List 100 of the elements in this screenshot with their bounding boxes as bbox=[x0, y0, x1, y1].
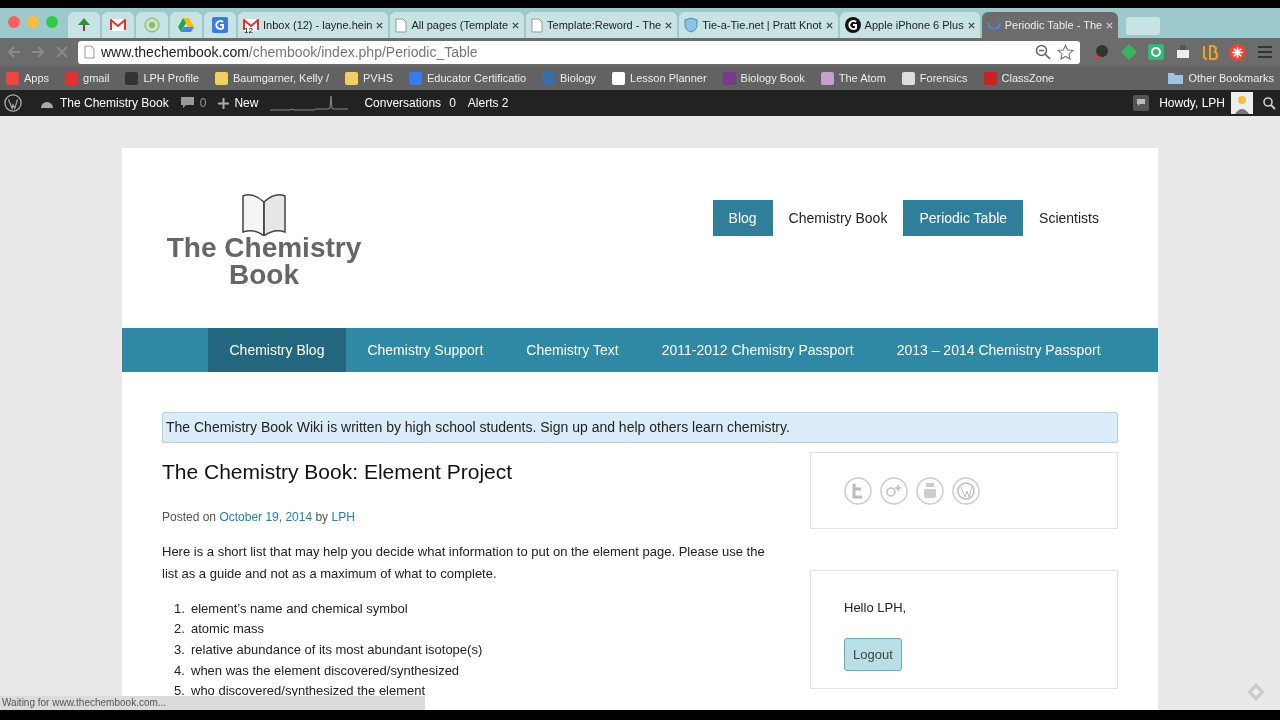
bookmark-item[interactable]: Biology Book bbox=[722, 69, 805, 87]
bookmark-item[interactable]: Educator Certificatio bbox=[409, 69, 527, 87]
nav-link[interactable]: Chemistry Blog bbox=[208, 328, 346, 372]
browser-tab[interactable] bbox=[102, 12, 134, 38]
extension-icon[interactable] bbox=[1229, 43, 1246, 61]
menu-link[interactable]: Scientists bbox=[1023, 200, 1115, 236]
back-icon[interactable] bbox=[6, 44, 22, 60]
mail-icon bbox=[243, 19, 259, 31]
menu-icon[interactable] bbox=[1257, 45, 1273, 59]
close-icon[interactable] bbox=[376, 21, 384, 29]
bookmark-item[interactable]: PVHS bbox=[345, 69, 393, 87]
bookmark-item[interactable]: Biology bbox=[542, 69, 597, 87]
alerts-link[interactable]: Alerts 2 bbox=[467, 94, 509, 112]
list-number: 1. bbox=[174, 599, 186, 618]
page-icon bbox=[531, 17, 544, 33]
browser-tab[interactable] bbox=[204, 12, 236, 38]
close-icon[interactable] bbox=[512, 21, 520, 29]
new-link[interactable]: New bbox=[218, 94, 259, 112]
browser-tab[interactable]: Template:Reword - The bbox=[526, 12, 678, 38]
comment-icon bbox=[180, 97, 194, 109]
bookmark-item[interactable]: The Atom bbox=[820, 69, 886, 87]
logo-text: The Chemistry bbox=[166, 234, 362, 261]
list-item-text: when was the element discovered/synthesized bbox=[191, 661, 460, 680]
list-number: 4. bbox=[174, 661, 186, 680]
conversations-link[interactable]: Conversations 0 bbox=[364, 94, 456, 112]
g-letter-icon bbox=[212, 17, 228, 33]
folder-icon bbox=[1168, 72, 1184, 84]
logout-button[interactable]: Logout bbox=[844, 637, 902, 671]
account-menu[interactable]: Howdy, LPH bbox=[1159, 92, 1253, 114]
list-item-text: relative abundance of its most abundant isotope(s) bbox=[191, 640, 483, 659]
chat-icon[interactable] bbox=[1133, 95, 1150, 111]
wordpress-icon[interactable] bbox=[4, 94, 22, 112]
list-number: 3. bbox=[174, 640, 186, 659]
tab-title: All pages (Template bbox=[411, 17, 509, 33]
close-icon[interactable] bbox=[967, 21, 975, 29]
stop-icon[interactable] bbox=[54, 44, 70, 60]
post-meta: Posted on October 19, 2014 by LPH bbox=[162, 508, 356, 526]
logo-text: Book bbox=[229, 261, 299, 288]
bookmark-icon bbox=[6, 71, 19, 85]
close-icon[interactable] bbox=[665, 21, 673, 29]
browser-tab[interactable]: 12 Inbox (12) - layne.hein bbox=[238, 12, 389, 38]
menu-link[interactable]: Periodic Table bbox=[903, 200, 1024, 236]
extension-icon[interactable] bbox=[1175, 44, 1191, 60]
bookmark-item[interactable]: Apps bbox=[6, 69, 50, 87]
browser-tab[interactable] bbox=[68, 12, 100, 38]
browser-tab[interactable]: All pages (Template bbox=[390, 12, 525, 38]
bookmark-icon bbox=[820, 71, 834, 85]
bookmark-item[interactable]: LPH Profile bbox=[125, 69, 199, 87]
extension-icon[interactable] bbox=[1094, 44, 1110, 60]
site-name-link[interactable]: The Chemistry Book bbox=[40, 94, 169, 112]
list-number: 2. bbox=[174, 620, 186, 639]
star-icon[interactable] bbox=[1057, 43, 1074, 61]
close-window-button[interactable] bbox=[8, 16, 20, 28]
bookmark-icon bbox=[612, 71, 626, 85]
other-bookmarks[interactable]: Other Bookmarks bbox=[1168, 69, 1274, 87]
bookmark-item[interactable]: Lesson Planner bbox=[612, 69, 707, 87]
search-icon[interactable] bbox=[1263, 96, 1276, 110]
bookmark-item[interactable]: gmail bbox=[65, 69, 110, 87]
mail-icon bbox=[110, 19, 126, 31]
twitter-icon[interactable] bbox=[844, 476, 872, 505]
nav-link[interactable]: Chemistry Text bbox=[504, 328, 641, 372]
tab-title: Inbox (12) - layne.hein bbox=[263, 17, 373, 33]
tab-title: Tie-a-Tie.net | Pratt Knot bbox=[702, 17, 822, 33]
author-link[interactable]: LPH bbox=[331, 509, 355, 524]
bookmark-icon bbox=[65, 71, 79, 85]
date-link[interactable]: October 19, 2014 bbox=[219, 509, 313, 524]
nav-link[interactable]: 2013 – 2014 Chemistry Passport bbox=[875, 328, 1123, 372]
bookmark-item[interactable]: ClassZone bbox=[983, 69, 1055, 87]
forward-icon[interactable] bbox=[30, 44, 46, 60]
post-title: The Chemistry Book: Element Project bbox=[162, 459, 514, 485]
bookmark-item[interactable]: Forensics bbox=[901, 69, 968, 87]
zoom-out-icon[interactable] bbox=[1035, 44, 1051, 60]
browser-tab[interactable]: Apple iPhone 6 Plus bbox=[839, 12, 980, 38]
bookmark-icon bbox=[409, 71, 422, 85]
bookmark-icon bbox=[125, 71, 139, 85]
browser-tab[interactable]: Tie-a-Tie.net | Pratt Knot bbox=[679, 12, 838, 38]
shield-icon bbox=[684, 17, 699, 33]
menu-link[interactable]: Blog bbox=[712, 200, 773, 236]
comments-link[interactable]: 0 bbox=[180, 94, 207, 112]
extension-icon[interactable] bbox=[1148, 44, 1164, 60]
close-icon[interactable] bbox=[825, 21, 833, 29]
menu-link[interactable]: Chemistry Book bbox=[772, 200, 904, 236]
browser-tab[interactable]: Periodic Table - The bbox=[981, 12, 1119, 38]
bookmark-item[interactable]: Baumgarner, Kelly / bbox=[215, 69, 329, 87]
page-icon bbox=[395, 17, 408, 33]
list-item-text: atomic mass bbox=[191, 620, 264, 639]
address-bar[interactable]: www.thechembook.com/chembook/index.php/Periodic_Table bbox=[78, 40, 1080, 64]
nav-link[interactable]: 2011-2012 Chemistry Passport bbox=[640, 328, 876, 372]
site-logo[interactable]: The Chemistry Book bbox=[165, 190, 363, 328]
notice-banner: The Chemistry Book Wiki is written by high school students. Sign up and help others learn chemistry. bbox=[162, 412, 1118, 443]
status-bar: Waiting for www.thechembook.com... bbox=[0, 696, 425, 710]
g-letter-icon bbox=[844, 17, 861, 33]
browser-tab[interactable] bbox=[170, 12, 202, 38]
bookmark-icon bbox=[722, 71, 736, 85]
bookmark-icon bbox=[542, 71, 556, 85]
loading-icon bbox=[986, 21, 1001, 29]
nav-link[interactable]: Chemistry Support bbox=[345, 328, 505, 372]
list-item-text: element’s name and chemical symbol bbox=[191, 599, 408, 618]
google-plus-icon[interactable] bbox=[880, 476, 908, 505]
post-paragraph: Here is a short list that may help you decide what information to put on the element page. Please use the list as a guide and not as a maximum of what to complete. bbox=[162, 542, 766, 583]
